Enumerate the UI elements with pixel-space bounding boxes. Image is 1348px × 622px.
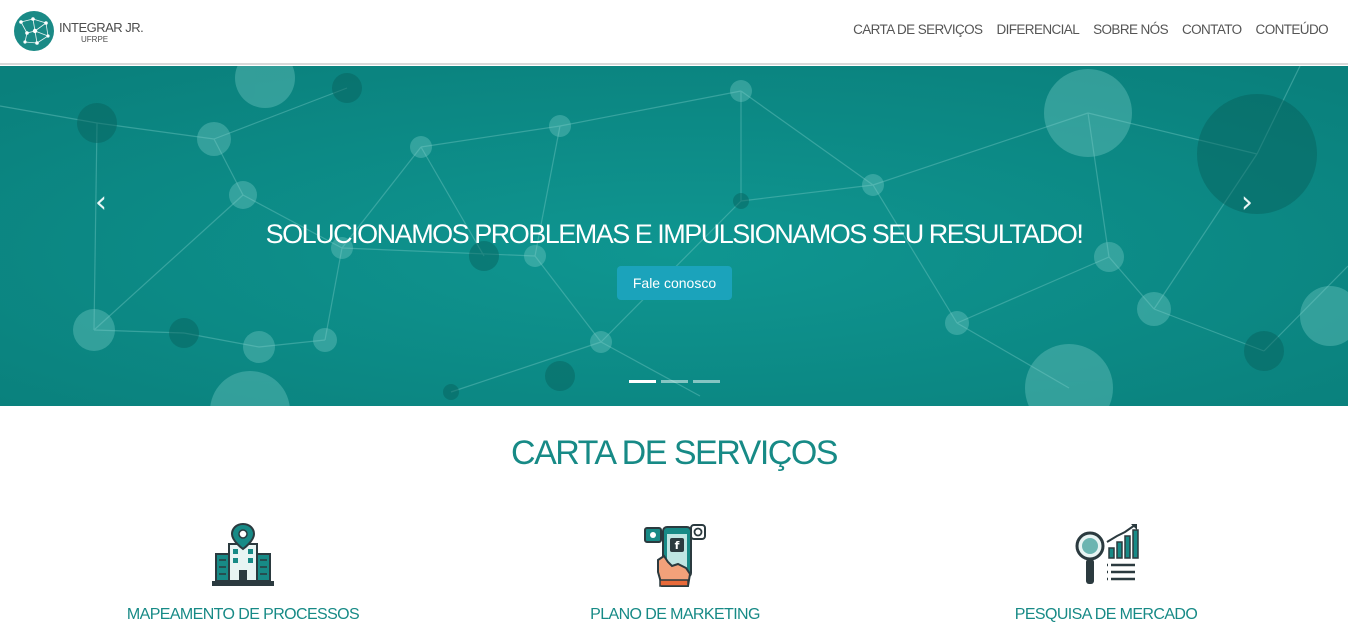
service-label: PESQUISA DE MERCADO [1014,606,1198,622]
phone-social-media-icon: f [644,524,706,587]
carousel-indicator[interactable] [661,380,688,383]
svg-text:f: f [675,539,680,552]
network-globe-icon [14,11,54,51]
hero-carousel: ‹ › SOLUCIONAMOS PROBLEMAS E IMPULSIONAM… [0,66,1348,406]
hero-title: SOLUCIONAMOS PROBLEMAS E IMPULSIONAMOS S… [265,219,1084,249]
service-card[interactable]: MAPEAMENTO DE PROCESSOS [73,522,413,622]
nav-contato[interactable]: CONTATO [1182,22,1242,37]
carousel-indicator[interactable] [629,380,656,383]
chevron-right-icon[interactable]: › [1235,188,1259,218]
carousel-indicators [629,380,725,383]
logo-subtitle: UFRPE [81,35,109,44]
nav-sobre-nos[interactable]: SOBRE NÓS [1093,22,1168,37]
service-label: PLANO DE MARKETING [590,606,760,622]
site-header: INTEGRAR JR. UFRPE CARTA DE SERVIÇOS DIF… [0,0,1348,65]
main-nav: CARTA DE SERVIÇOS DIFERENCIAL SOBRE NÓS … [839,22,1329,37]
nav-conteudo[interactable]: CONTEÚDO [1256,22,1329,37]
logo-link[interactable]: INTEGRAR JR. UFRPE [13,10,144,52]
section-title: CARTA DE SERVIÇOS [511,434,838,472]
service-card[interactable]: f PLANO DE MARKETING [505,522,845,622]
building-map-pin-icon [212,522,274,586]
service-label: MAPEAMENTO DE PROCESSOS [126,606,360,622]
magnifier-chart-icon [1075,524,1139,584]
nav-diferencial[interactable]: DIFERENCIAL [996,22,1079,37]
carousel-indicator[interactable] [693,380,720,383]
logo-title: INTEGRAR JR. [59,20,144,35]
nav-carta-de-servicos[interactable]: CARTA DE SERVIÇOS [853,22,983,37]
contact-button[interactable]: Fale conosco [617,266,732,300]
chevron-left-icon[interactable]: ‹ [89,188,113,218]
service-card[interactable]: PESQUISA DE MERCADO [936,522,1276,622]
